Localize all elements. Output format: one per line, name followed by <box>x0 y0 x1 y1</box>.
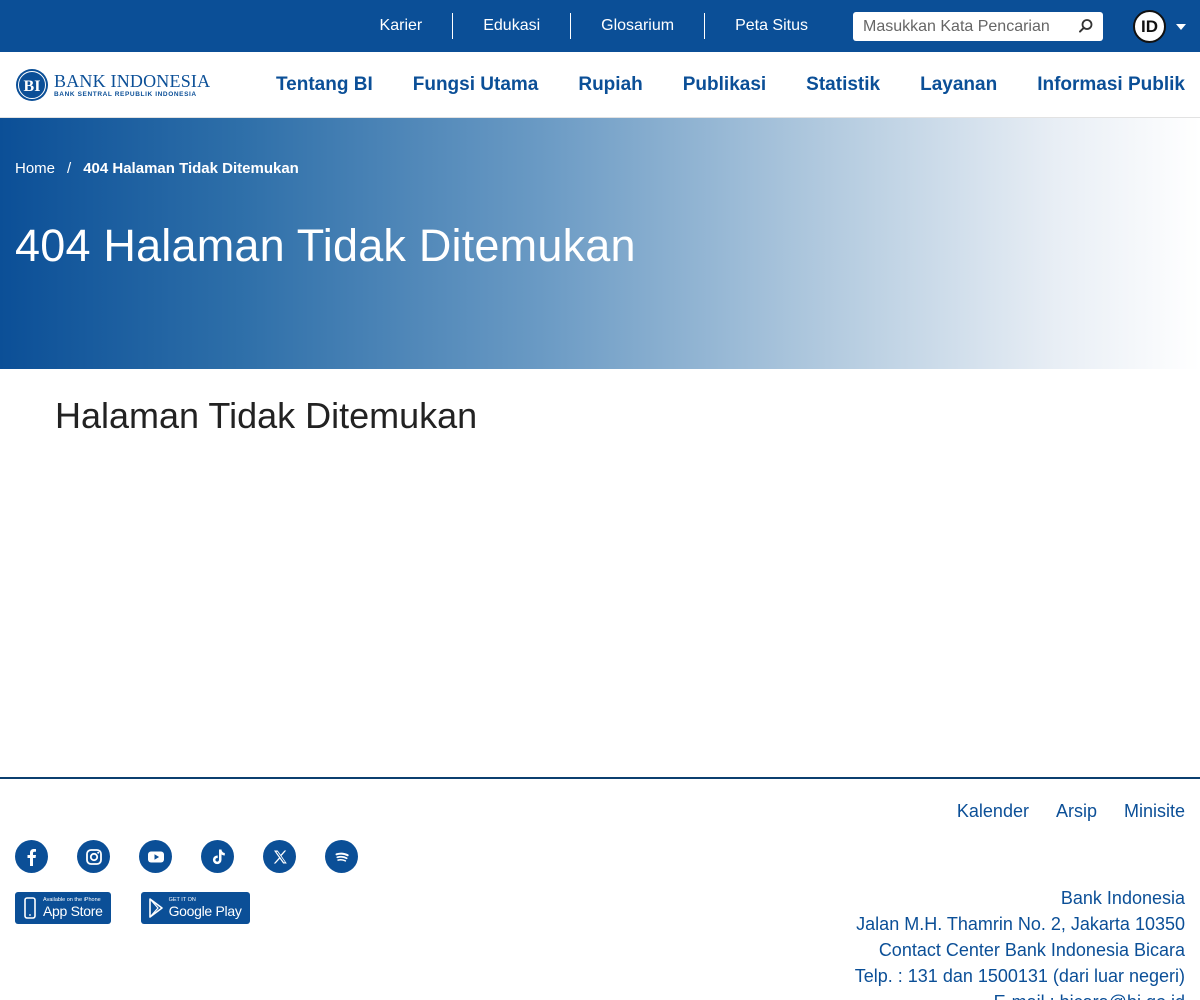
hero-banner: Home / 404 Halaman Tidak Ditemukan 404 H… <box>0 118 1200 369</box>
google-play-label: Google Play <box>168 902 242 919</box>
language-selector[interactable]: ID <box>1133 10 1186 43</box>
youtube-icon[interactable] <box>139 840 172 873</box>
footer: Kalender Arsip Minisite Available on the… <box>0 777 1200 1000</box>
footer-link-minisite[interactable]: Minisite <box>1124 801 1185 822</box>
nav-item-layanan[interactable]: Layanan <box>920 74 997 96</box>
breadcrumb-separator: / <box>67 160 72 177</box>
social-links <box>15 840 387 873</box>
footer-links: Kalender Arsip Minisite <box>930 801 1185 822</box>
primary-menu: Tentang BI Fungsi Utama Rupiah Publikasi… <box>236 52 1185 118</box>
google-play-icon <box>148 898 163 918</box>
tiktok-icon[interactable] <box>201 840 234 873</box>
iphone-icon <box>24 897 36 919</box>
utility-link-glosarium[interactable]: Glosarium <box>570 13 704 39</box>
footer-link-arsip[interactable]: Arsip <box>1056 801 1097 822</box>
address-line: Bank Indonesia <box>1060 888 1185 908</box>
app-store-label: App Store <box>43 902 103 919</box>
main-navigation: BI BANK INDONESIA BANK SENTRAL REPUBLIK … <box>0 52 1200 118</box>
address-line[interactable]: E-mail : bicara@bi.go.id <box>855 989 1185 1000</box>
page-title: 404 Halaman Tidak Ditemukan <box>15 220 636 271</box>
google-play-button[interactable]: GET IT ON Google Play <box>140 892 250 924</box>
nav-item-publikasi[interactable]: Publikasi <box>683 74 766 96</box>
breadcrumb: Home / 404 Halaman Tidak Ditemukan <box>15 160 299 177</box>
address-line: Contact Center Bank Indonesia Bicara <box>878 940 1185 960</box>
footer-link-kalender[interactable]: Kalender <box>957 801 1029 822</box>
top-utility-bar: Karier Edukasi Glosarium Peta Situs ID <box>0 0 1200 52</box>
nav-item-statistik[interactable]: Statistik <box>806 74 880 96</box>
utility-links: Karier Edukasi Glosarium Peta Situs <box>350 0 838 52</box>
nav-item-informasi-publik[interactable]: Informasi Publik <box>1037 74 1185 96</box>
address-line: Jalan M.H. Thamrin No. 2, Jakarta 10350 <box>856 914 1185 934</box>
spotify-icon[interactable] <box>325 840 358 873</box>
breadcrumb-home-link[interactable]: Home <box>15 160 55 177</box>
nav-item-tentang-bi[interactable]: Tentang BI <box>276 74 373 96</box>
breadcrumb-current: 404 Halaman Tidak Ditemukan <box>83 160 299 177</box>
instagram-icon[interactable] <box>77 840 110 873</box>
nav-item-rupiah[interactable]: Rupiah <box>578 74 642 96</box>
bank-indonesia-logo[interactable]: BI BANK INDONESIA BANK SENTRAL REPUBLIK … <box>15 68 210 102</box>
search-icon[interactable] <box>1077 17 1095 35</box>
facebook-icon[interactable] <box>15 840 48 873</box>
brand-tagline: BANK SENTRAL REPUBLIK INDONESIA <box>54 90 197 98</box>
address-line: Telp. : 131 dan 1500131 (dari luar neger… <box>854 966 1185 986</box>
bi-emblem-icon: BI <box>16 69 48 101</box>
search-box <box>853 12 1103 41</box>
content-heading: Halaman Tidak Ditemukan <box>55 395 478 436</box>
utility-link-edukasi[interactable]: Edukasi <box>452 13 570 39</box>
utility-link-karier[interactable]: Karier <box>350 13 453 39</box>
search-input[interactable] <box>853 13 1063 40</box>
nav-item-fungsi-utama[interactable]: Fungsi Utama <box>413 74 539 96</box>
app-store-button[interactable]: Available on the iPhone App Store <box>15 892 111 924</box>
brand-name: BANK INDONESIA <box>54 70 211 91</box>
svg-text:BI: BI <box>24 78 41 95</box>
language-badge: ID <box>1133 10 1166 43</box>
x-icon[interactable] <box>263 840 296 873</box>
chevron-down-icon <box>1176 23 1186 30</box>
app-store-badges: Available on the iPhone App Store GET IT… <box>15 892 280 924</box>
contact-address: Bank Indonesia Jalan M.H. Thamrin No. 2,… <box>855 885 1185 1000</box>
utility-link-peta-situs[interactable]: Peta Situs <box>704 13 838 39</box>
